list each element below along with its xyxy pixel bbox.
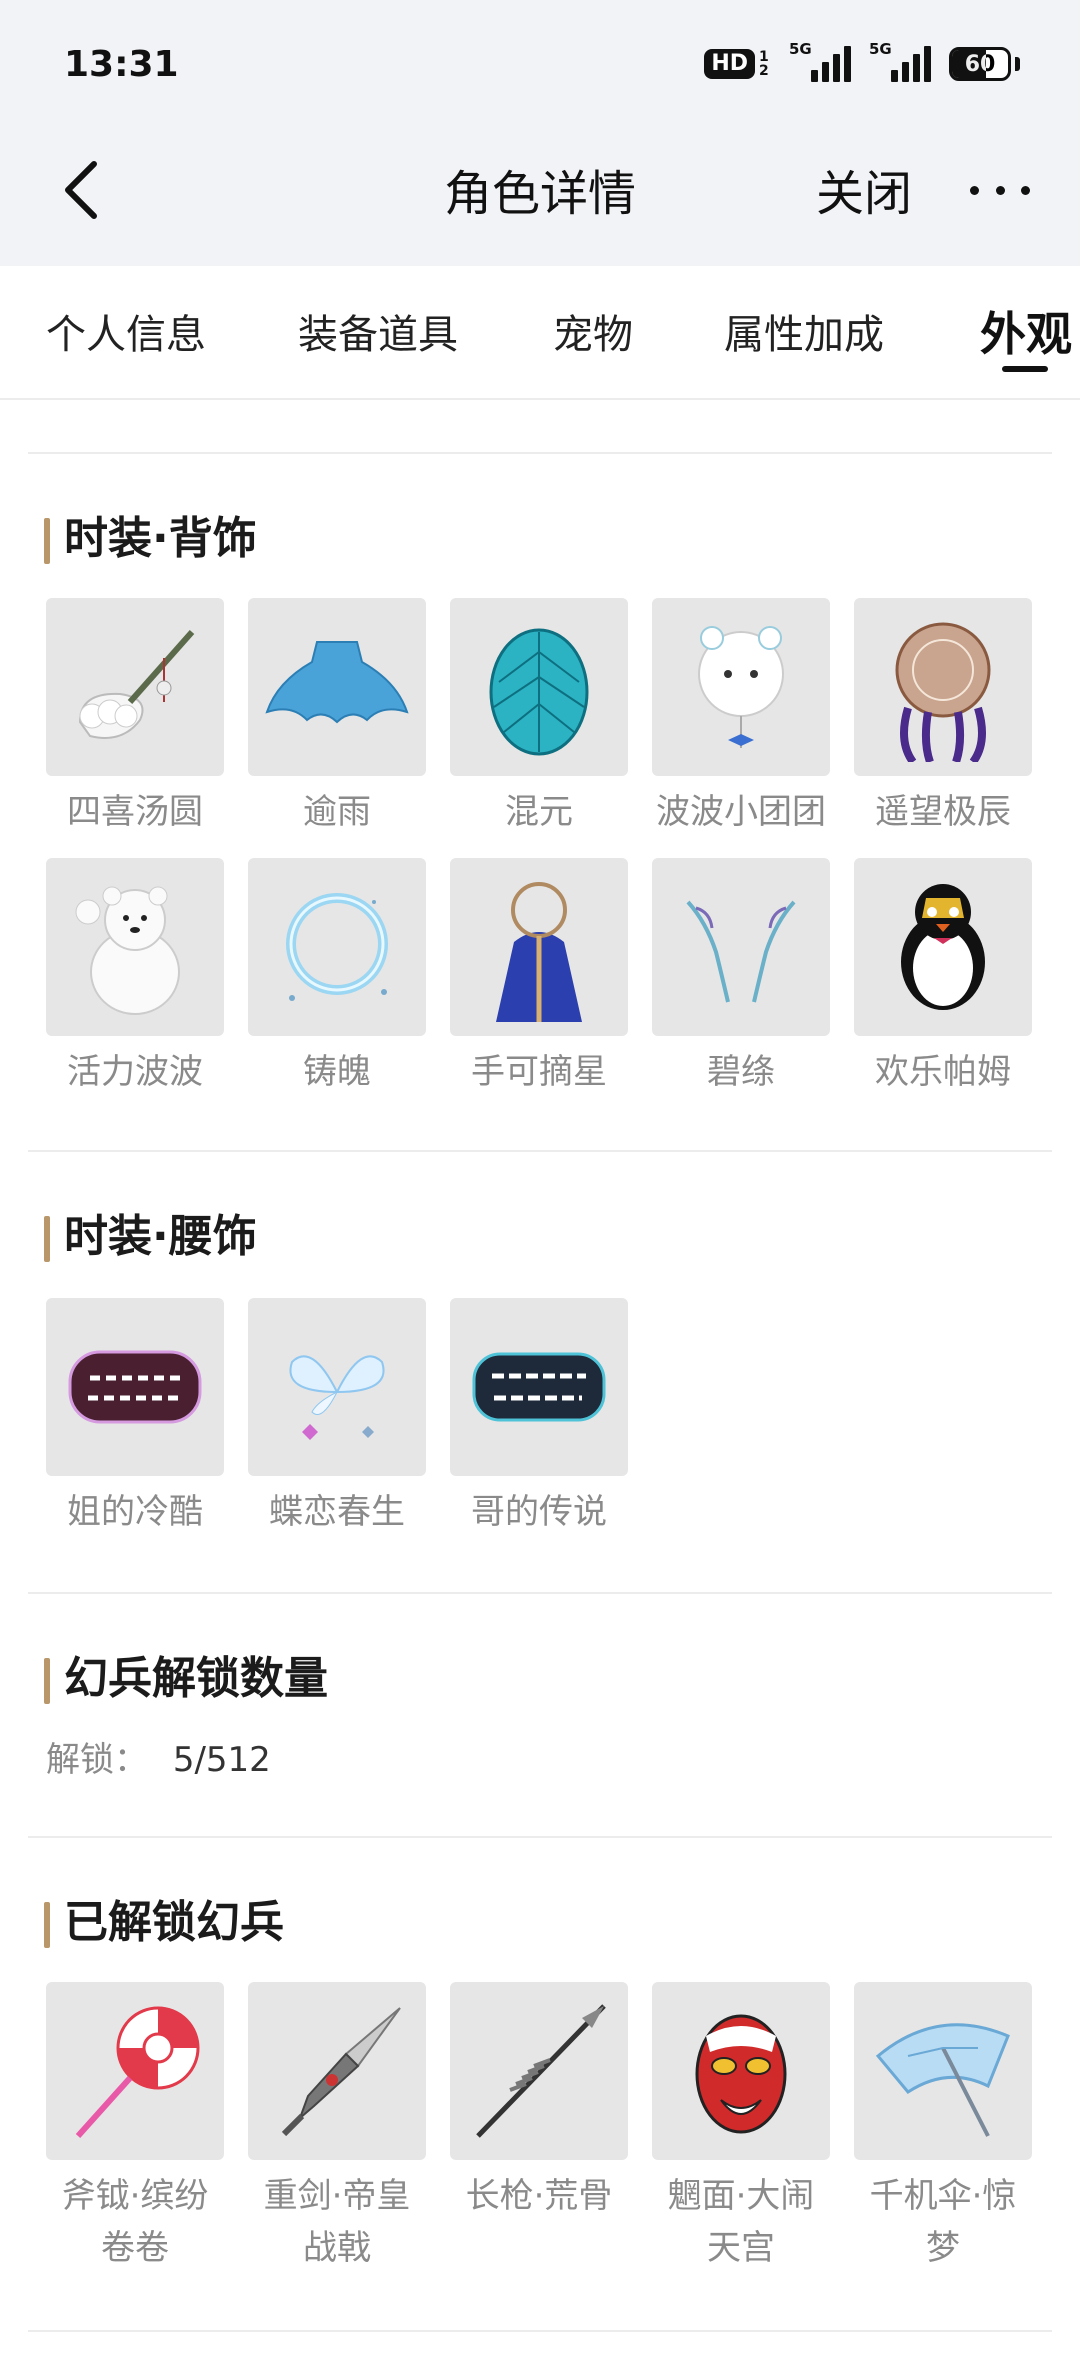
item-label: 重剑·帝皇战戟 — [263, 2176, 411, 2268]
battery-level-text: 60 — [964, 52, 996, 77]
unlock-count-label: 解锁： — [46, 1740, 148, 1780]
item-label: 斧钺·缤纷卷卷 — [61, 2176, 209, 2268]
item-tile[interactable]: 蝶恋春生 — [248, 1298, 426, 1538]
item-tile[interactable]: 四喜汤圆 — [46, 598, 224, 838]
signal-icon-1: 5G — [789, 40, 851, 82]
light-ring-icon — [248, 858, 426, 1036]
neon-legend-badge-icon — [450, 1298, 628, 1476]
divider — [28, 1836, 1052, 1838]
tab-equipment[interactable]: 装备道具 — [298, 302, 458, 360]
hd-indicator: HD 1 2 — [704, 49, 771, 79]
item-label: 活力波波 — [67, 1052, 203, 1092]
item-tile[interactable]: 千机伞·惊梦 — [854, 1982, 1032, 2274]
tab-attribute-bonus[interactable]: 属性加成 — [724, 302, 884, 360]
tab-appearance[interactable]: 外观 — [980, 298, 1072, 364]
battery-cap — [1015, 57, 1020, 71]
section-title-waist-ornament: 时装·腰饰 — [44, 1210, 257, 1264]
blue-cape-icon — [248, 598, 426, 776]
item-tile[interactable]: 魍面·大闹天宫 — [652, 1982, 830, 2274]
section-title-phantom-count: 幻兵解锁数量 — [44, 1652, 328, 1706]
item-label: 四喜汤圆 — [67, 792, 203, 832]
item-label: 碧绦 — [707, 1052, 775, 1092]
polar-bear-icon — [46, 858, 224, 1036]
hd-sub-label: 1 2 — [759, 49, 769, 79]
tab-personal-info[interactable]: 个人信息 — [46, 302, 206, 360]
item-label: 铸魄 — [303, 1052, 371, 1092]
item-tile[interactable]: 逾雨 — [248, 598, 426, 838]
section-title-back-ornament: 时装·背饰 — [44, 512, 257, 566]
lollipop-axe-icon — [46, 1982, 224, 2160]
item-tile[interactable]: 波波小团团 — [652, 598, 830, 838]
network-label-2: 5G — [869, 40, 892, 58]
item-label: 混元 — [505, 792, 573, 832]
unlock-count-value: 5/512 — [172, 1740, 271, 1780]
divider — [28, 1150, 1052, 1152]
butterfly-icon — [248, 1298, 426, 1476]
item-label: 蝶恋春生 — [269, 1492, 405, 1532]
item-tile[interactable]: 碧绦 — [652, 858, 830, 1098]
item-tile[interactable]: 混元 — [450, 598, 628, 838]
penguin-icon — [854, 858, 1032, 1036]
item-tile[interactable]: 铸魄 — [248, 858, 426, 1098]
item-label: 魍面·大闹天宫 — [667, 2176, 815, 2268]
item-label: 欢乐帕姆 — [875, 1052, 1011, 1092]
page-title: 角色详情 — [443, 166, 636, 222]
crystal-egg-icon — [450, 598, 628, 776]
rice-ball-spoon-icon — [46, 598, 224, 776]
item-tile[interactable]: 重剑·帝皇战戟 — [248, 1982, 426, 2274]
great-sword-icon — [248, 1982, 426, 2160]
item-tile[interactable]: 活力波波 — [46, 858, 224, 1098]
blue-umbrella-icon — [854, 1982, 1032, 2160]
item-label: 遥望极辰 — [875, 792, 1011, 832]
item-tile[interactable]: 欢乐帕姆 — [854, 858, 1032, 1098]
item-label: 逾雨 — [303, 792, 371, 832]
unlock-count-row: 解锁： 5/512 — [46, 1732, 271, 1781]
item-tile[interactable]: 斧钺·缤纷卷卷 — [46, 1982, 224, 2274]
more-options-icon[interactable] — [970, 170, 1030, 210]
neon-text-badge-icon — [46, 1298, 224, 1476]
status-time: 13:31 — [64, 44, 179, 85]
item-label: 千机伞·惊梦 — [869, 2176, 1017, 2268]
item-label: 姐的冷酷 — [67, 1492, 203, 1532]
monkey-mask-icon — [652, 1982, 830, 2160]
item-label: 手可摘星 — [471, 1052, 607, 1092]
status-bar: 13:31 HD 1 2 5G 5G 60 — [0, 0, 1080, 130]
item-tile[interactable]: 遥望极辰 — [854, 598, 1032, 838]
navigation-bar: 角色详情 关闭 — [0, 130, 1080, 266]
item-label: 哥的传说 — [471, 1492, 607, 1532]
item-label: 长枪·荒骨 — [465, 2176, 613, 2216]
network-label-1: 5G — [789, 40, 812, 58]
item-label: 波波小团团 — [656, 792, 826, 832]
item-tile[interactable]: 手可摘星 — [450, 858, 628, 1098]
star-disc-icon — [854, 598, 1032, 776]
bear-balloon-icon — [652, 598, 830, 776]
divider — [28, 1592, 1052, 1594]
star-staff-icon — [450, 858, 628, 1036]
ribbon-wings-icon — [652, 858, 830, 1036]
hd-badge-icon: HD — [704, 49, 755, 79]
battery-icon: 60 — [949, 47, 1011, 81]
item-tile[interactable]: 长枪·荒骨 — [450, 1982, 628, 2222]
divider — [28, 2330, 1052, 2332]
tab-pets[interactable]: 宠物 — [553, 302, 633, 360]
bone-spear-icon — [450, 1982, 628, 2160]
item-tile[interactable]: 哥的传说 — [450, 1298, 628, 1538]
close-button[interactable]: 关闭 — [816, 154, 912, 224]
signal-icon-2: 5G — [869, 40, 931, 82]
section-title-unlocked-phantom: 已解锁幻兵 — [44, 1896, 284, 1950]
tab-bar: 个人信息 装备道具 宠物 属性加成 外观 — [0, 266, 1080, 400]
item-tile[interactable]: 姐的冷酷 — [46, 1298, 224, 1538]
active-tab-indicator — [1002, 366, 1048, 372]
divider — [28, 452, 1052, 454]
status-icons: HD 1 2 5G 5G 60 — [704, 40, 1020, 88]
